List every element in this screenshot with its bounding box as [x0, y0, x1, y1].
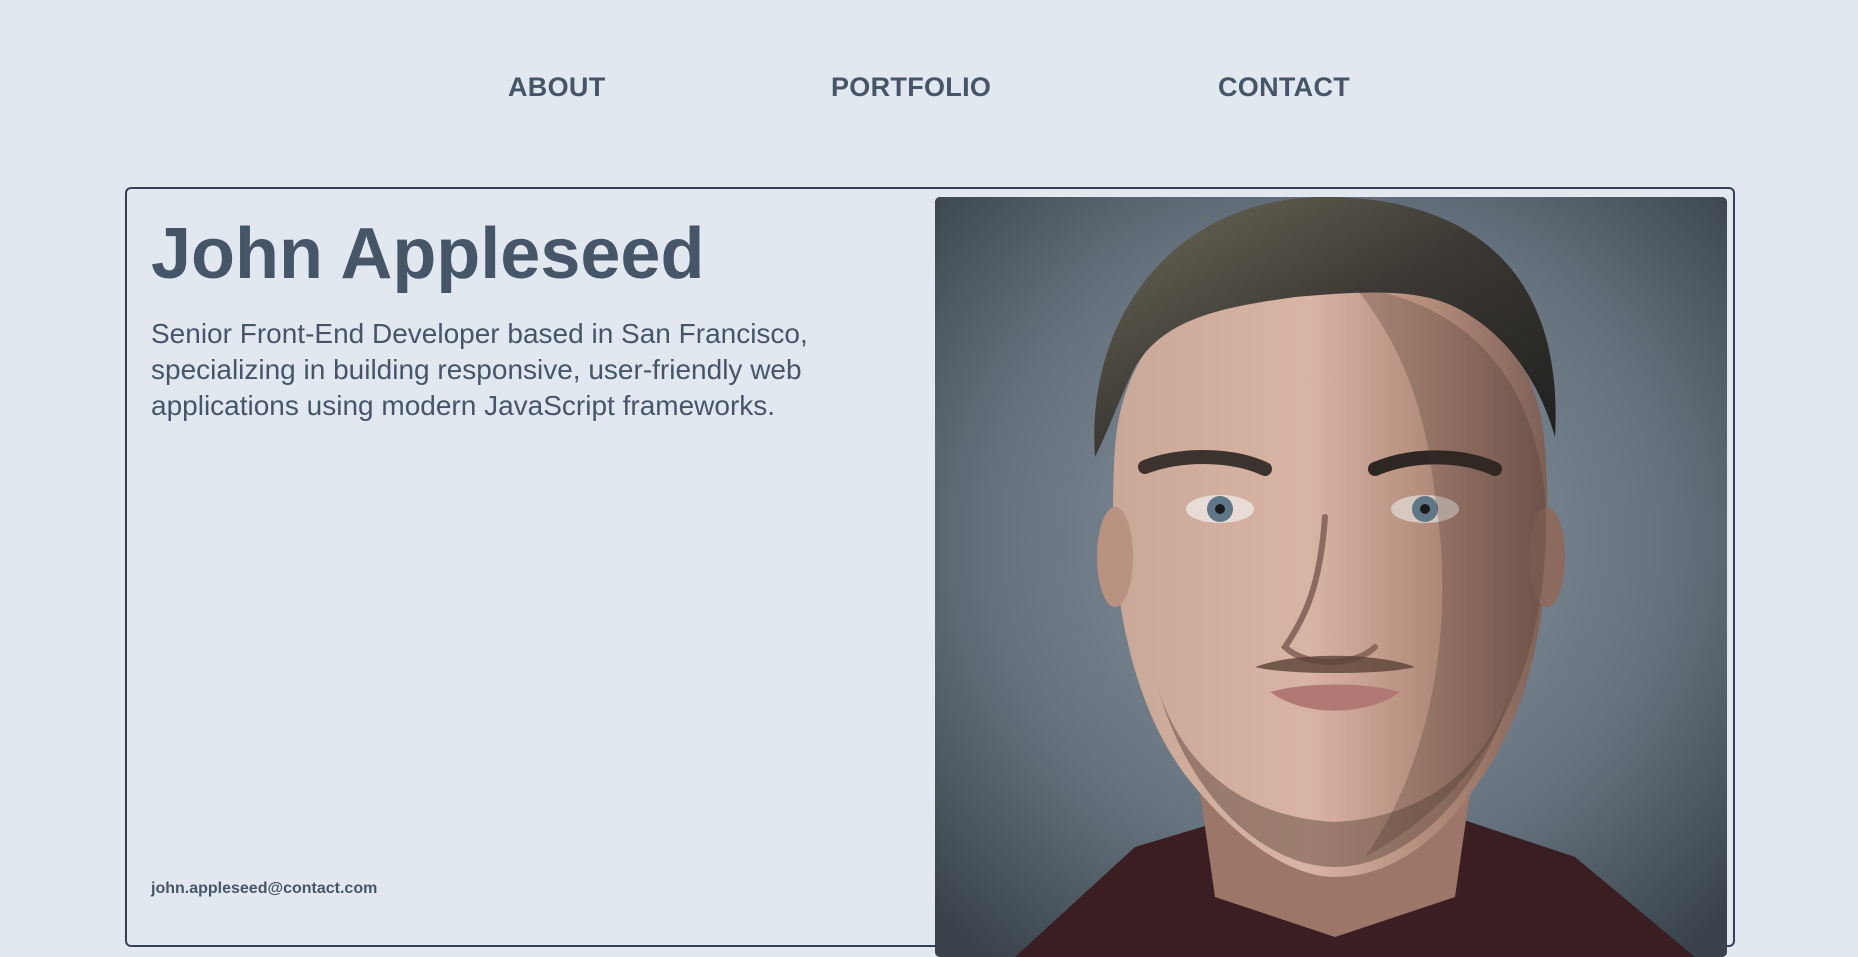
main-nav: ABOUT PORTFOLIO CONTACT: [0, 0, 1858, 180]
nav-link-portfolio[interactable]: PORTFOLIO: [831, 72, 991, 103]
email-link[interactable]: john.appleseed@contact.com: [151, 880, 377, 898]
profile-name: John Appleseed: [151, 214, 705, 294]
nav-link-contact[interactable]: CONTACT: [1218, 72, 1350, 103]
profile-photo: [935, 197, 1727, 957]
profile-bio: Senior Front-End Developer based in San …: [151, 318, 808, 421]
nav-link-about[interactable]: ABOUT: [508, 72, 606, 103]
profile-card: John Appleseed Senior Front-End Develope…: [125, 187, 1735, 957]
